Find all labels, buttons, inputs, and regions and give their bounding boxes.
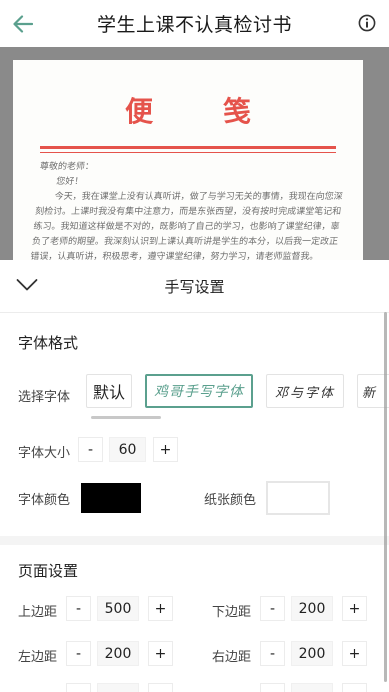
paper-color-swatch[interactable] [266, 481, 330, 515]
left-margin-increase-button[interactable]: + [148, 641, 173, 666]
font-selector[interactable]: 默认 鸡哥手写字体 邓与字体 新 [83, 374, 389, 420]
panel-title: 手写设置 [164, 277, 225, 296]
page-section-title: 页面设置 [18, 562, 79, 580]
font-option-jige[interactable]: 鸡哥手写字体 [145, 374, 253, 408]
app-header: 学生上课不认真检讨书 [0, 0, 389, 47]
paper-color-label: 纸张颜色 [204, 493, 257, 508]
next-row-right-decrease-button[interactable] [260, 683, 285, 692]
font-section-title: 字体格式 [18, 334, 79, 352]
next-row-value[interactable] [97, 683, 139, 692]
note-paper-preview: 便笺 尊敬的老师： 您好！ 今天，我在课堂上没有认真听讲，做了与学习无关的事情，… [13, 60, 363, 260]
top-margin-decrease-button[interactable]: - [66, 596, 91, 621]
left-margin-value[interactable]: 200 [97, 641, 139, 666]
info-icon [358, 14, 376, 32]
right-margin-increase-button[interactable]: + [342, 641, 367, 666]
back-button[interactable] [10, 11, 36, 37]
bottom-margin-decrease-button[interactable]: - [260, 596, 285, 621]
left-margin-decrease-button[interactable]: - [66, 641, 91, 666]
next-row-right-increase-button[interactable] [342, 683, 367, 692]
right-margin-label: 右边距 [212, 650, 252, 665]
select-font-label: 选择字体 [18, 390, 71, 405]
next-row-right-value[interactable] [291, 683, 333, 692]
top-margin-label: 上边距 [18, 605, 58, 620]
handwritten-text: 尊敬的老师： 您好！ 今天，我在课堂上没有认真听讲，做了与学习无关的事情，我现在… [29, 162, 344, 260]
font-size-increase-button[interactable]: + [153, 437, 178, 462]
font-option-default[interactable]: 默认 [86, 374, 132, 408]
top-margin-value[interactable]: 500 [97, 596, 139, 621]
panel-header: 手写设置 [0, 260, 389, 313]
next-row-increase-button[interactable] [148, 683, 173, 692]
bottom-margin-increase-button[interactable]: + [342, 596, 367, 621]
page-title: 学生上课不认真检讨书 [96, 14, 292, 36]
info-button[interactable] [358, 14, 376, 32]
left-margin-label: 左边距 [18, 650, 58, 665]
paper-title: 便笺 [124, 95, 321, 128]
font-scroll-indicator [91, 416, 161, 419]
section-divider [0, 536, 389, 545]
handwriting-settings-panel: 手写设置 字体格式 选择字体 默认 鸡哥手写字体 邓与字体 新 字体大小 - 6… [0, 260, 389, 692]
paper-rule-thick [40, 146, 336, 149]
paper-rule-thin [40, 152, 336, 153]
right-margin-value[interactable]: 200 [291, 641, 333, 666]
font-option-deng[interactable]: 邓与字体 [266, 374, 344, 408]
font-color-label: 字体颜色 [18, 493, 71, 508]
collapse-button[interactable] [16, 277, 38, 293]
chevron-down-icon [16, 279, 38, 291]
next-row-decrease-button[interactable] [66, 683, 91, 692]
panel-scrollbar[interactable] [384, 312, 387, 682]
font-color-swatch[interactable] [81, 483, 141, 513]
arrow-left-icon [13, 15, 33, 33]
top-margin-increase-button[interactable]: + [148, 596, 173, 621]
bottom-margin-label: 下边距 [212, 605, 252, 620]
preview-area: 便笺 尊敬的老师： 您好！ 今天，我在课堂上没有认真听讲，做了与学习无关的事情，… [0, 47, 389, 260]
font-size-label: 字体大小 [18, 446, 71, 461]
font-size-decrease-button[interactable]: - [78, 437, 103, 462]
font-size-value[interactable]: 60 [109, 437, 146, 462]
right-margin-decrease-button[interactable]: - [260, 641, 285, 666]
bottom-margin-value[interactable]: 200 [291, 596, 333, 621]
